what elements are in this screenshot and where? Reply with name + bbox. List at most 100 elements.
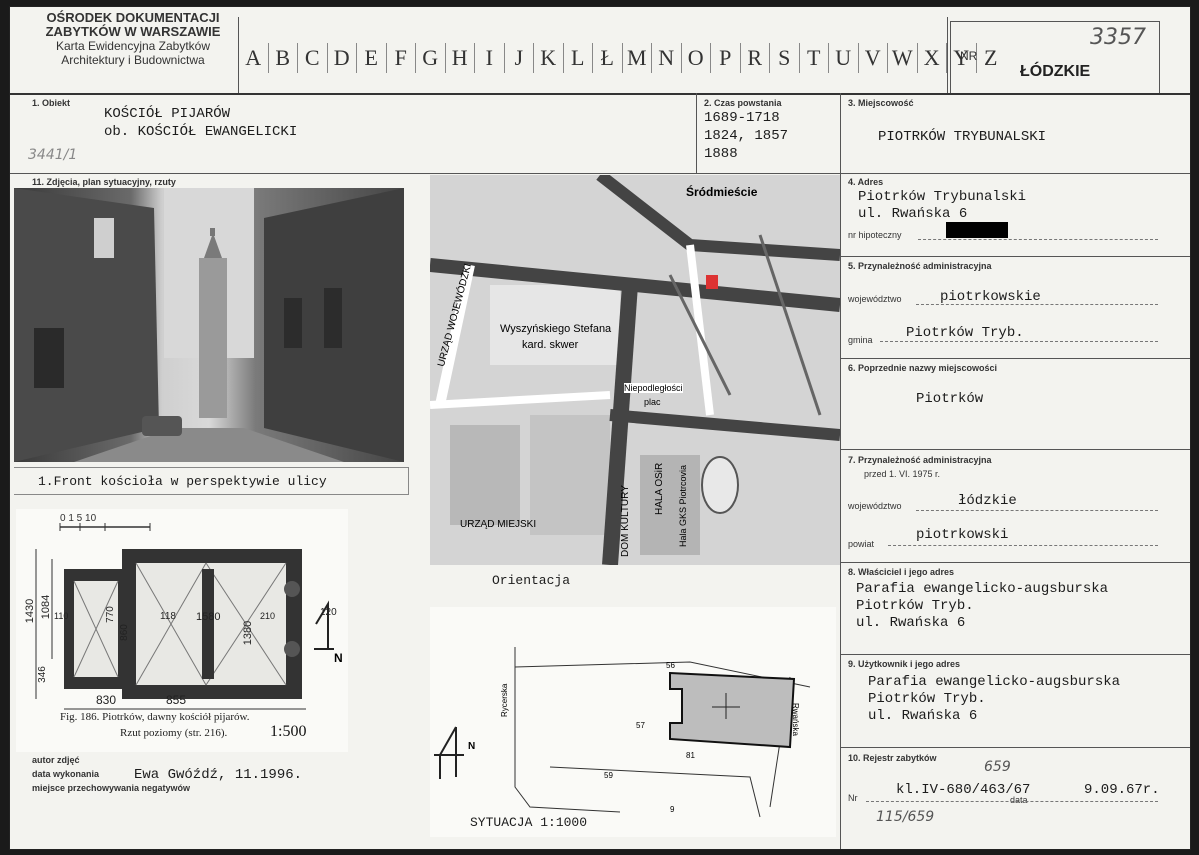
site-north: N: [468, 741, 476, 752]
plan-dim: 118: [160, 611, 176, 622]
adres-line1: Piotrków Trybunalski: [858, 189, 1027, 205]
site-drawing: [434, 647, 811, 818]
site-street: Rwańska: [791, 703, 800, 736]
rejestr-label: 10. Rejestr zabytków: [848, 753, 937, 763]
plan-dim: 830: [96, 693, 117, 707]
map-label: Śródmieście: [686, 185, 758, 199]
index-letter: Ł: [592, 43, 622, 73]
institution-line: OŚRODEK DOKUMENTACJI: [46, 10, 220, 25]
index-letter: O: [680, 43, 711, 73]
rejestr-hand2: 115/659: [876, 809, 935, 825]
adres-line2: ul. Rwańska 6: [858, 206, 968, 222]
rejestr-nr-label: Nr: [848, 793, 858, 803]
gmina-label: gmina: [848, 335, 873, 345]
index-letter: V: [857, 43, 888, 73]
plan-dim: 1084: [40, 594, 53, 620]
index-letter: G: [415, 43, 445, 73]
site-street: Rycerska: [500, 683, 509, 717]
map-drawing: [430, 175, 840, 565]
site-caption: SYTUACJA 1:1000: [470, 815, 588, 830]
index-letter: N: [651, 43, 681, 73]
plan-dim: 1430: [24, 598, 37, 624]
uzytkownik-line1: Parafia ewangelicko-augsburska: [868, 674, 1121, 690]
map-text: Hala GKS Piotrcovia: [678, 464, 688, 547]
index-letter: X: [916, 43, 947, 73]
index-letter: K: [533, 43, 563, 73]
index-letter: F: [385, 43, 416, 73]
plan-ratio: 1:500: [270, 723, 307, 740]
record-card: OŚRODEK DOKUMENTACJI ZABYTKÓW W WARSZAWI…: [9, 6, 1191, 850]
plan-dim: 1380: [242, 620, 255, 646]
rejestr-data: 9.09.67r.: [1084, 782, 1160, 798]
hipoteczny-label: nr hipoteczny: [848, 230, 902, 240]
map-text: Wyszyńskiego Stefana: [500, 323, 612, 335]
wlasciciel-line3: ul. Rwańska 6: [856, 615, 966, 631]
plan-caption: Fig. 186. Piotrków, dawny kościół pijaró…: [60, 711, 250, 723]
redacted-box: [946, 222, 1008, 238]
uzytkownik-line3: ul. Rwańska 6: [868, 708, 978, 724]
plan-north: N: [334, 651, 343, 665]
institution-line: ZABYTKÓW W WARSZAWIE: [45, 24, 221, 39]
index-letter: J: [503, 43, 534, 73]
author-value: Ewa Gwóźdź, 11.1996.: [134, 767, 303, 783]
map-text: URZĄD MIEJSKI: [460, 519, 537, 530]
obiekt-line2: ob. KOŚCIÓŁ EWANGELICKI: [104, 124, 298, 140]
index-letter: P: [710, 43, 740, 73]
index-letter: E: [356, 43, 386, 73]
church-plan: 0 1 5 10 1430 1084 346 110 770 860 118 1…: [16, 509, 348, 752]
site-plan: 56 57 81 59 9 Rycerska Rwańska N SYTUACJ…: [430, 607, 836, 837]
index-letter: A: [238, 43, 268, 73]
plan-dim: 210: [260, 611, 276, 621]
obiekt-label: 1. Obiekt: [32, 98, 71, 108]
rejestr-hand1: 659: [984, 759, 1011, 775]
index-letter: T: [798, 43, 829, 73]
wlasciciel-line2: Piotrków Tryb.: [856, 598, 974, 614]
plan-dim: 120: [320, 607, 337, 618]
map-text: kard. skwer: [522, 339, 579, 351]
site-number: 56: [666, 661, 675, 670]
plan-scale: 0 1 5 10: [60, 513, 97, 524]
obiekt-line1: KOŚCIÓŁ PIJARÓW: [104, 106, 231, 122]
woj-label: województwo: [848, 294, 902, 304]
czas-line1: 1689-1718: [704, 110, 780, 126]
czas-label: 2. Czas powstania: [704, 98, 782, 108]
woj2-label: województwo: [848, 501, 902, 511]
autor-label: autor zdjęć: [32, 755, 80, 765]
uzytkownik-line2: Piotrków Tryb.: [868, 691, 986, 707]
plan-dim: 860: [118, 624, 130, 641]
site-number: 57: [636, 721, 645, 730]
site-number: 59: [604, 771, 613, 780]
map-text: HALA OSiR: [654, 462, 665, 515]
przynaleznosc-label: 5. Przynależność administracyjna: [848, 261, 992, 271]
street-photo-drawing: [14, 188, 404, 462]
street-photo: [14, 188, 404, 462]
plan-dim: 855: [166, 693, 187, 707]
map-text: plac: [644, 397, 661, 407]
plan-dim: 110: [54, 611, 69, 621]
plan-dim: 770: [104, 606, 116, 623]
woj-value: piotrkowskie: [940, 289, 1041, 305]
rejestr-data-label: data: [1010, 795, 1028, 805]
index-letter: W: [887, 43, 917, 73]
index-letter: R: [739, 43, 770, 73]
index-letter: C: [297, 43, 327, 73]
powiat-value: piotrkowski: [916, 527, 1009, 543]
przynaleznosc2-sublabel: przed 1. VI. 1975 r.: [864, 469, 941, 479]
poprzednie-label: 6. Poprzednie nazwy miejscowości: [848, 363, 998, 373]
plan-dim: 346: [36, 666, 48, 683]
institution-line: Architektury i Budownictwa: [61, 53, 205, 67]
institution-name: OŚRODEK DOKUMENTACJI ZABYTKÓW W WARSZAWI…: [38, 10, 228, 68]
miejscowosc-label: 3. Miejscowość: [848, 98, 914, 108]
plan-caption2: Rzut poziomy (str. 216).: [120, 727, 228, 739]
poprzednie-value: Piotrków: [916, 391, 984, 407]
data-label: data wykonania: [32, 769, 100, 779]
index-letter: L: [562, 43, 593, 73]
przynaleznosc2-label: 7. Przynależność administracyjna: [848, 455, 992, 465]
woj2-value: łódzkie: [958, 493, 1017, 509]
index-letter: B: [267, 43, 298, 73]
index-letter: M: [621, 43, 652, 73]
photos-label: 11. Zdjęcia, plan sytuacyjny, rzuty: [32, 177, 176, 187]
index-letter: S: [769, 43, 799, 73]
index-letter: H: [444, 43, 475, 73]
wlasciciel-label: 8. Właściciel i jego adres: [848, 567, 955, 577]
